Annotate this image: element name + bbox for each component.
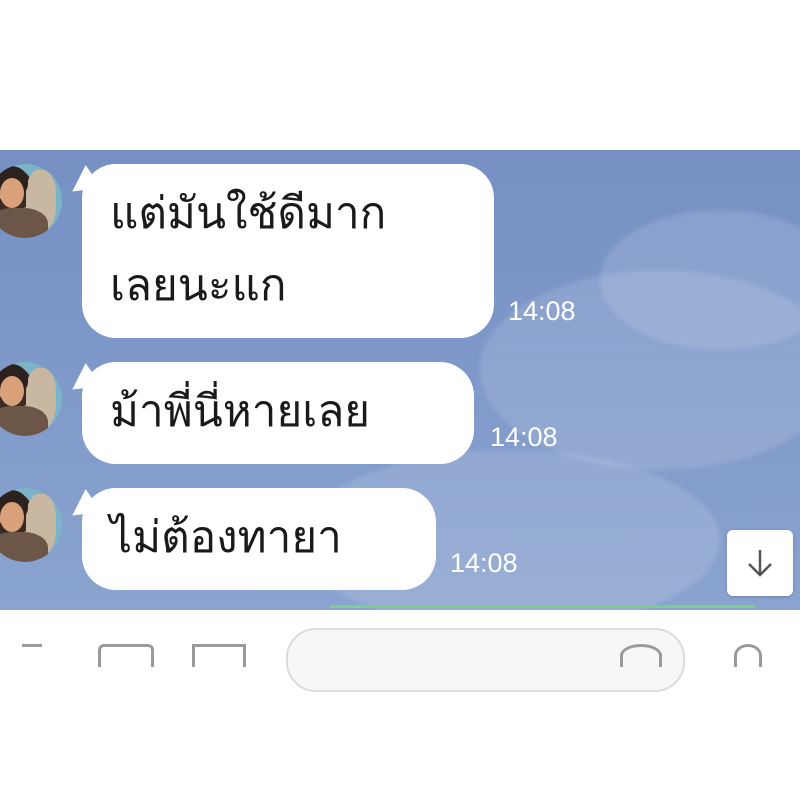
message-bubble[interactable]: แต่มันใช้ดีมาก เลยนะแก bbox=[82, 164, 494, 338]
image-icon[interactable] bbox=[192, 644, 246, 667]
avatar[interactable] bbox=[0, 164, 62, 238]
chat-area: แต่มันใช้ดีมาก เลยนะแก 14:08 ม้าพี่นี่หา… bbox=[0, 150, 800, 610]
scroll-down-button[interactable] bbox=[727, 530, 793, 596]
message-bubble[interactable]: ไม่ต้องทายา bbox=[82, 488, 436, 590]
accent-line bbox=[330, 605, 755, 608]
emoji-icon[interactable] bbox=[620, 644, 662, 667]
message-text: ม้าพี่นี่หายเลย bbox=[110, 386, 371, 437]
avatar[interactable] bbox=[0, 488, 62, 562]
plus-icon[interactable] bbox=[22, 644, 42, 667]
message-timestamp: 14:08 bbox=[508, 296, 576, 326]
message-timestamp: 14:08 bbox=[450, 548, 518, 578]
message-text: เลยนะแก bbox=[110, 260, 287, 311]
arrow-down-icon bbox=[748, 550, 772, 577]
avatar[interactable] bbox=[0, 362, 62, 436]
message-timestamp: 14:08 bbox=[490, 422, 558, 452]
input-toolbar bbox=[0, 610, 800, 800]
microphone-icon[interactable] bbox=[734, 644, 762, 667]
message-text: แต่มันใช้ดีมาก bbox=[110, 188, 387, 239]
camera-icon[interactable] bbox=[98, 644, 154, 667]
message-bubble[interactable]: ม้าพี่นี่หายเลย bbox=[82, 362, 474, 464]
message-text: ไม่ต้องทายา bbox=[110, 512, 342, 563]
